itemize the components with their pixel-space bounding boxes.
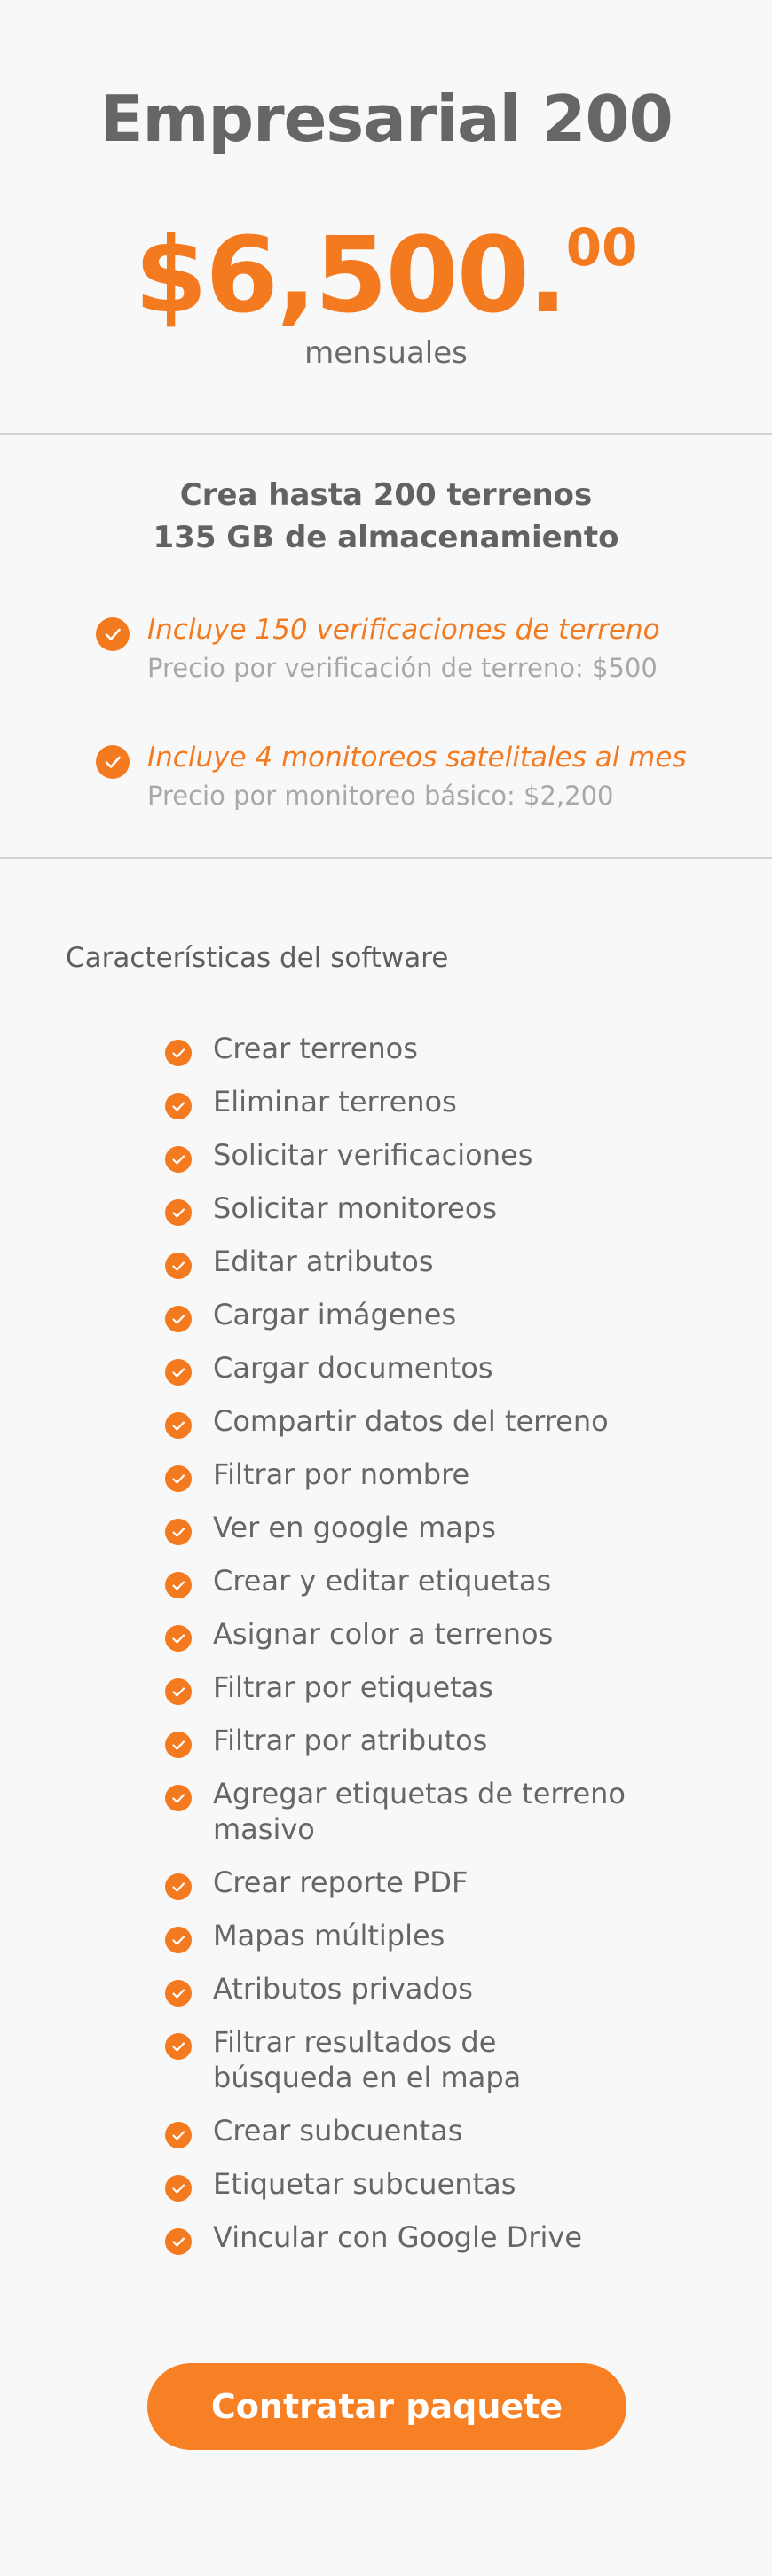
feature-item: Filtrar por etiquetas — [165, 1669, 715, 1705]
check-circle-icon — [96, 617, 130, 651]
included-subtitle: Precio por monitoreo básico: $2,200 — [147, 781, 614, 811]
check-circle-icon — [165, 1625, 192, 1652]
plan-header: Empresarial 200 $6,500.00 mensuales — [0, 0, 772, 435]
divider-top — [0, 433, 772, 435]
feature-label: Crear subcuentas — [213, 2114, 463, 2148]
feature-item: Cargar imágenes — [165, 1297, 715, 1332]
feature-item: Crear terrenos — [165, 1031, 715, 1066]
feature-item: Compartir datos del terreno — [165, 1403, 715, 1439]
check-circle-icon — [165, 1785, 192, 1811]
feature-item: Crear subcuentas — [165, 2113, 715, 2148]
check-circle-icon — [165, 1412, 192, 1439]
feature-item: Solicitar verificaciones — [165, 1137, 715, 1173]
feature-label: Filtrar resultados de búsqueda en el map… — [213, 2025, 522, 2094]
feature-label: Asignar color a terrenos — [213, 1617, 554, 1651]
check-circle-icon — [165, 1359, 192, 1386]
feature-item: Eliminar terrenos — [165, 1084, 715, 1119]
feature-item: Filtrar resultados de búsqueda en el map… — [165, 2024, 626, 2095]
feature-label: Agregar etiquetas de terreno masivo — [213, 1777, 626, 1846]
check-circle-icon — [165, 1199, 192, 1226]
check-circle-icon — [165, 2122, 192, 2148]
feature-label: Solicitar monitoreos — [213, 1191, 498, 1225]
feature-item: Etiquetar subcuentas — [165, 2166, 715, 2202]
feature-label: Mapas múltiples — [213, 1919, 445, 1952]
check-circle-icon — [165, 1873, 192, 1900]
feature-item: Crear reporte PDF — [165, 1865, 715, 1900]
price-main: $6,500. — [134, 214, 568, 336]
feature-label: Filtrar por atributos — [213, 1724, 488, 1757]
pricing-card: Empresarial 200 $6,500.00 mensuales Crea… — [0, 0, 772, 2576]
check-circle-icon — [165, 1678, 192, 1705]
included-title: Incluye 4 monitoreos satelitales al mes — [147, 742, 687, 774]
check-circle-icon — [165, 1306, 192, 1332]
check-circle-icon — [165, 1980, 192, 2007]
check-circle-icon — [165, 1732, 192, 1758]
price-cents: 00 — [565, 217, 638, 278]
feature-label: Cargar documentos — [213, 1351, 493, 1385]
check-circle-icon — [165, 1927, 192, 1953]
feature-item: Filtrar por nombre — [165, 1457, 715, 1492]
feature-list: Crear terrenos Eliminar terrenos Solicit… — [165, 1031, 715, 2255]
billing-period: mensuales — [304, 335, 468, 371]
contratar-paquete-button[interactable]: Contratar paquete — [147, 2363, 626, 2450]
feature-label: Vincular con Google Drive — [213, 2220, 583, 2254]
feature-label: Filtrar por nombre — [213, 1457, 470, 1491]
divider-middle — [0, 857, 772, 859]
check-circle-icon — [165, 1040, 192, 1066]
feature-item: Atributos privados — [165, 1971, 715, 2007]
check-circle-icon — [165, 1519, 192, 1545]
check-circle-icon — [165, 1253, 192, 1279]
feature-item: Editar atributos — [165, 1244, 715, 1279]
included-subtitle: Precio por verificación de terreno: $500 — [147, 653, 658, 683]
feature-label: Cargar imágenes — [213, 1298, 457, 1331]
feature-item: Cargar documentos — [165, 1350, 715, 1386]
feature-label: Solicitar verificaciones — [213, 1138, 533, 1172]
check-circle-icon — [165, 1465, 192, 1492]
feature-item: Vincular con Google Drive — [165, 2219, 715, 2255]
features-title: Características del software — [66, 942, 449, 974]
feature-label: Compartir datos del terreno — [213, 1404, 609, 1438]
included-title: Incluye 150 verificaciones de terreno — [147, 614, 660, 646]
check-circle-icon — [165, 2033, 192, 2060]
plan-price: $6,500.00 — [0, 222, 772, 327]
feature-label: Crear y editar etiquetas — [213, 1564, 552, 1598]
feature-label: Filtrar por etiquetas — [213, 1670, 493, 1704]
capacity-storage: 135 GB de almacenamiento — [153, 520, 619, 555]
check-circle-icon — [165, 1146, 192, 1173]
feature-item: Agregar etiquetas de terreno masivo — [165, 1776, 626, 1847]
feature-item: Asignar color a terrenos — [165, 1616, 715, 1652]
check-circle-icon — [96, 745, 130, 779]
feature-item: Mapas múltiples — [165, 1918, 715, 1953]
check-circle-icon — [165, 1572, 192, 1598]
feature-item: Solicitar monitoreos — [165, 1190, 715, 1226]
feature-item: Ver en google maps — [165, 1510, 715, 1545]
capacity-terrenos: Crea hasta 200 terrenos — [179, 477, 593, 513]
feature-label: Atributos privados — [213, 1972, 473, 2006]
feature-label: Crear reporte PDF — [213, 1865, 469, 1899]
feature-label: Editar atributos — [213, 1245, 434, 1278]
feature-item: Crear y editar etiquetas — [165, 1563, 715, 1598]
plan-title: Empresarial 200 — [99, 82, 673, 156]
feature-item: Filtrar por atributos — [165, 1723, 715, 1758]
feature-label: Eliminar terrenos — [213, 1085, 457, 1119]
feature-label: Crear terrenos — [213, 1032, 418, 1065]
check-circle-icon — [165, 2228, 192, 2255]
check-circle-icon — [165, 2175, 192, 2202]
feature-label: Etiquetar subcuentas — [213, 2167, 516, 2201]
check-circle-icon — [165, 1093, 192, 1119]
feature-label: Ver en google maps — [213, 1511, 496, 1544]
